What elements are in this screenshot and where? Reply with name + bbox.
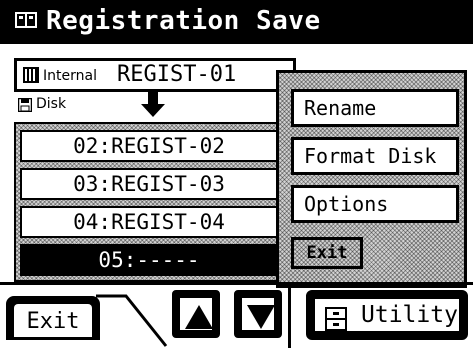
up-triangle-icon — [185, 305, 213, 329]
internal-label: Internal — [43, 68, 97, 84]
exit-button[interactable]: Exit — [6, 296, 100, 340]
scroll-down-button[interactable] — [234, 290, 282, 338]
down-arrow-icon — [141, 92, 165, 117]
internal-source-box: Internal REGIST-01 — [14, 58, 296, 92]
format-disk-button[interactable]: Format Disk — [291, 137, 459, 175]
floppy-disk-icon — [18, 98, 32, 112]
floppy-book-icon — [15, 12, 37, 28]
cabinet-icon — [325, 307, 347, 331]
bottom-divider — [0, 282, 473, 285]
internal-registration-name: REGIST-01 — [117, 62, 237, 87]
down-triangle-icon — [247, 305, 275, 329]
list-item[interactable]: 04:REGIST-04 — [20, 206, 278, 238]
utility-popup-menu: Rename Format Disk Options Exit — [276, 70, 467, 288]
list-item-selected[interactable]: 05:----- — [20, 244, 278, 276]
piano-keys-icon — [23, 67, 39, 83]
disk-label: Disk — [36, 96, 67, 112]
options-button[interactable]: Options — [291, 185, 459, 223]
bottom-vertical-divider — [288, 285, 291, 348]
page-title: Registration Save — [46, 6, 321, 36]
popup-exit-button[interactable]: Exit — [291, 237, 363, 269]
list-item[interactable]: 03:REGIST-03 — [20, 168, 278, 200]
exit-button-label: Exit — [14, 304, 92, 337]
rename-button[interactable]: Rename — [291, 89, 459, 127]
disk-registration-list: 02:REGIST-02 03:REGIST-03 04:REGIST-04 0… — [14, 122, 296, 282]
scroll-up-button[interactable] — [172, 290, 220, 338]
utility-button-label: Utility — [361, 302, 458, 328]
list-item[interactable]: 02:REGIST-02 — [20, 130, 278, 162]
title-bar: Registration Save — [0, 0, 473, 44]
tab-slant — [96, 294, 168, 347]
utility-button[interactable]: Utility — [306, 290, 468, 340]
